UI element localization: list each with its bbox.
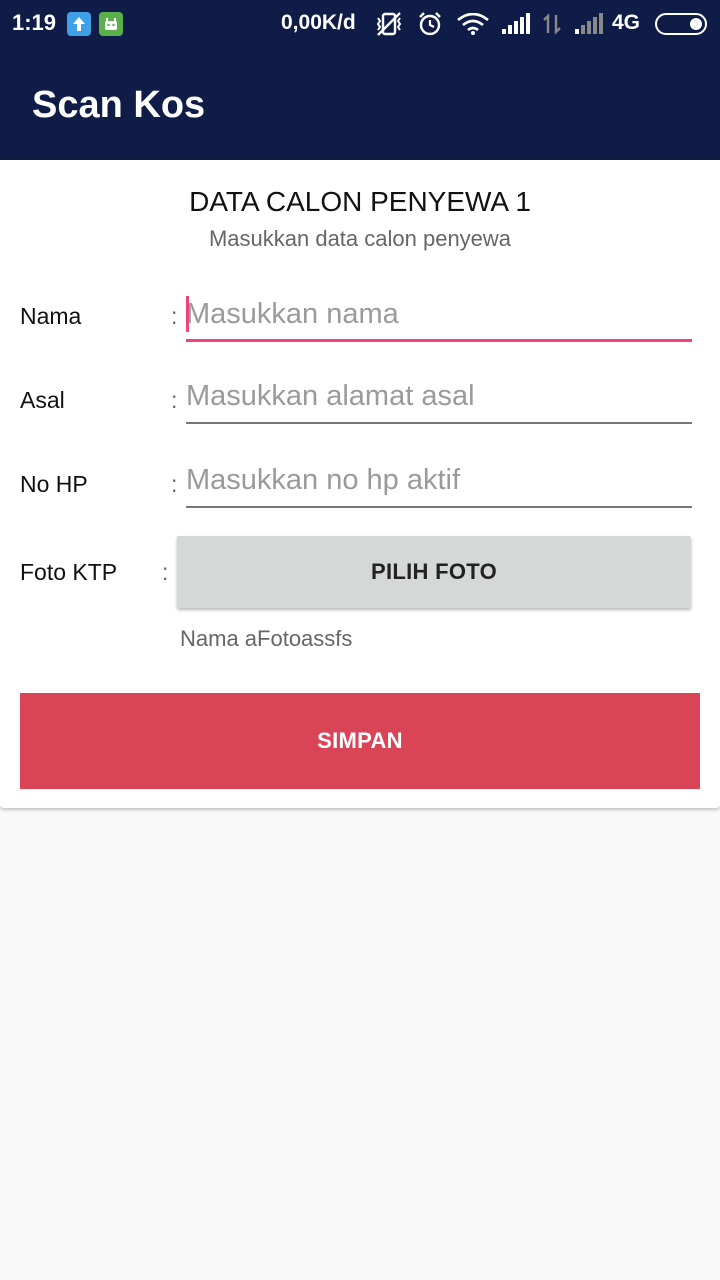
foto-ktp-colon: : xyxy=(162,559,169,585)
form-card: DATA CALON PENYEWA 1 Masukkan data calon… xyxy=(0,160,720,808)
wifi-icon xyxy=(456,12,490,40)
battery-icon xyxy=(655,13,707,35)
network-speed: 0,00K/d xyxy=(281,11,356,34)
no-hp-field[interactable] xyxy=(186,456,692,508)
app-bar: Scan Kos xyxy=(0,48,720,160)
no-hp-label: No HP xyxy=(20,471,88,497)
asal-input[interactable] xyxy=(186,376,692,416)
asal-label: Asal xyxy=(20,387,65,413)
android-app-icon xyxy=(99,12,123,36)
status-bar: 1:19 0,00K/d 4G xyxy=(0,0,720,48)
app-title: Scan Kos xyxy=(32,84,206,126)
status-time: 1:19 xyxy=(12,10,57,35)
form-subtitle: Masukkan data calon penyewa xyxy=(208,226,512,251)
network-type: 4G xyxy=(612,11,641,34)
data-arrows-icon xyxy=(541,13,563,40)
upload-notification-icon xyxy=(67,12,91,36)
foto-ktp-label: Foto KTP xyxy=(20,559,118,585)
signal-icon xyxy=(501,13,531,40)
no-hp-input[interactable] xyxy=(186,460,692,500)
vibrate-icon xyxy=(374,11,404,42)
form-title: DATA CALON PENYEWA 1 xyxy=(189,186,531,217)
no-hp-colon: : xyxy=(171,471,178,497)
text-cursor xyxy=(186,296,189,332)
asal-colon: : xyxy=(171,387,178,413)
pilih-foto-button[interactable]: PILIH FOTO xyxy=(177,536,691,608)
nama-colon: : xyxy=(171,303,178,329)
simpan-button[interactable]: SIMPAN xyxy=(20,693,700,789)
nama-field[interactable] xyxy=(186,290,692,342)
nama-input[interactable] xyxy=(186,294,692,334)
photo-filename: Nama aFotoassfs xyxy=(180,626,353,651)
signal-icon xyxy=(574,13,604,40)
alarm-icon xyxy=(417,11,443,42)
asal-field[interactable] xyxy=(186,372,692,424)
nama-label: Nama xyxy=(20,303,82,329)
